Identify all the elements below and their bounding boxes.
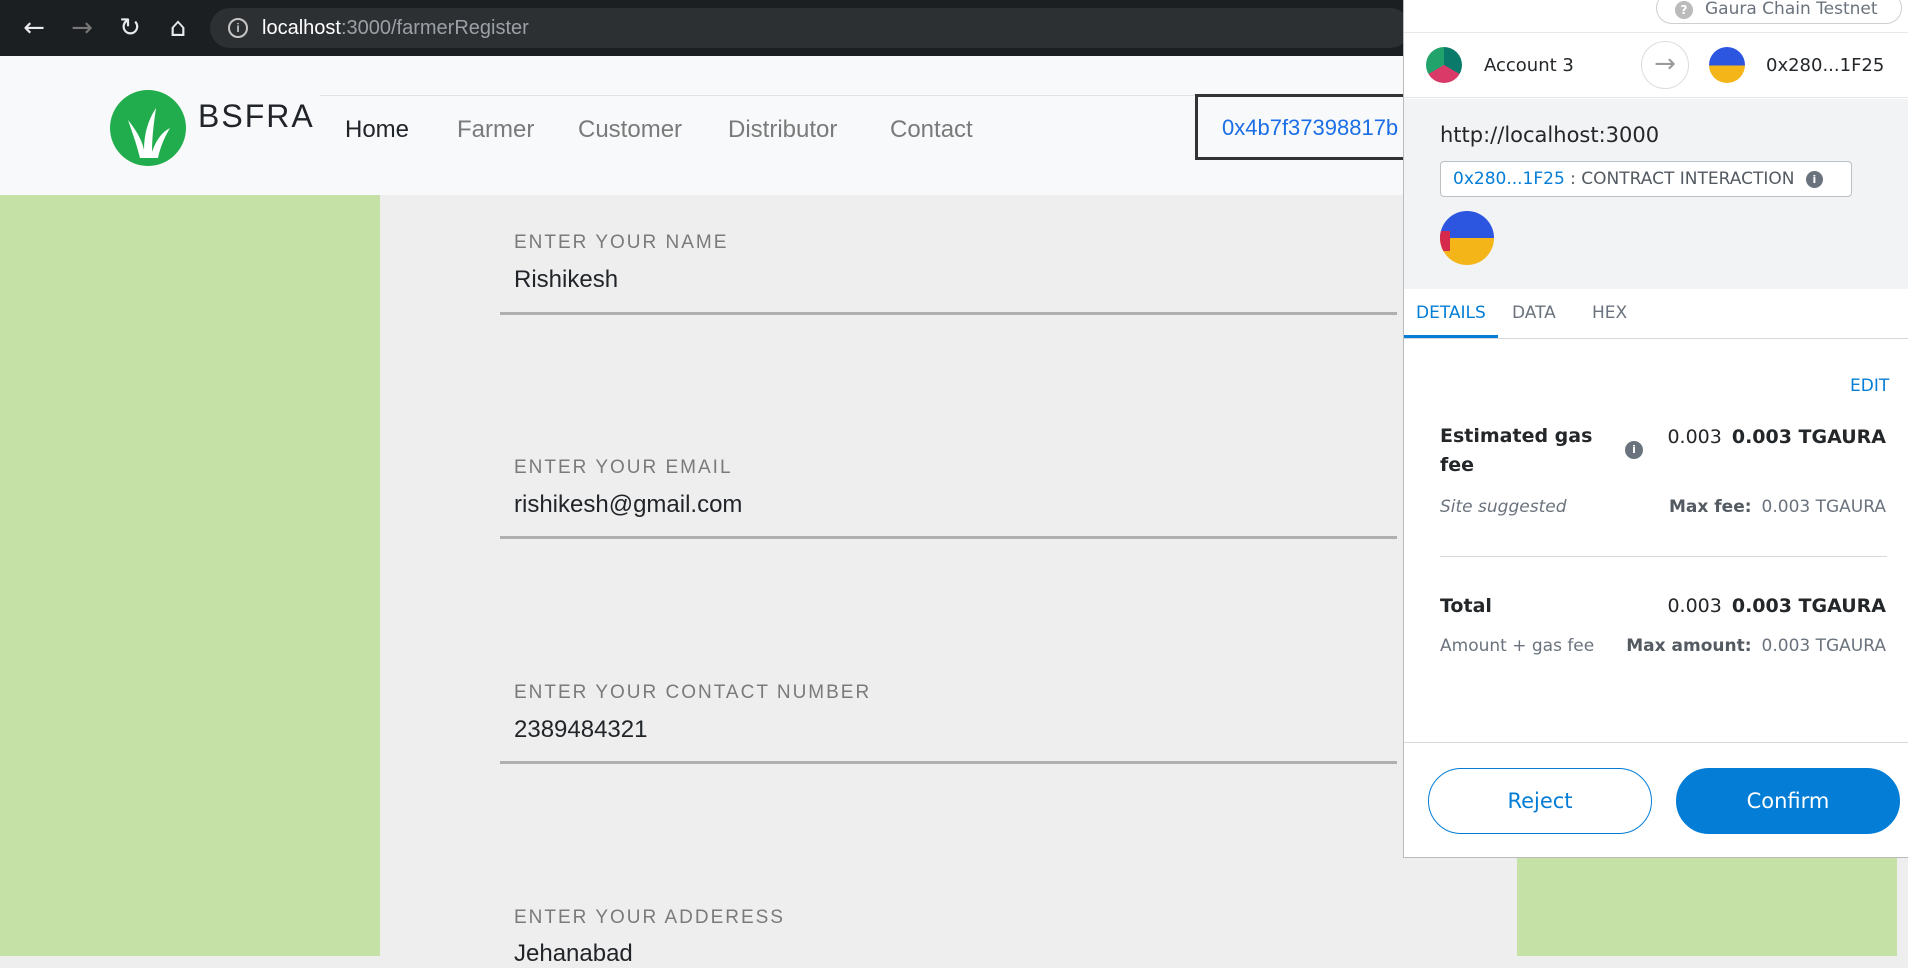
contract-address-link[interactable]: 0x280...1F25 [1453,169,1565,189]
total-primary: 0.003 TGAURA [1731,595,1886,617]
max-amount-value: 0.003 TGAURA [1761,636,1886,656]
origin-url: http://localhost:3000 [1440,123,1660,147]
nav-home[interactable]: Home [345,116,409,144]
home-icon[interactable]: ⌂ [154,0,202,56]
leaf-logo-icon[interactable] [110,90,186,166]
arrow-right-icon: → [1641,41,1689,89]
gas-fee-sub: Site suggested [1440,497,1567,517]
max-fee: Max fee: 0.003 TGAURA [1669,497,1886,517]
sender-recipient-row: Account 3 → 0x280...1F25 [1404,32,1908,98]
metamask-confirm-popup: ? Gaura Chain Testnet Account 3 → 0x280.… [1403,0,1908,858]
max-fee-value: 0.003 TGAURA [1761,497,1886,517]
name-underline [500,312,1397,315]
reject-button[interactable]: Reject [1428,768,1652,834]
nav-distributor[interactable]: Distributor [728,116,837,144]
gas-fee-primary: 0.003 TGAURA [1731,426,1886,448]
total-heading: Total [1440,595,1492,617]
email-underline [500,536,1397,539]
network-selector[interactable]: ? Gaura Chain Testnet [1656,0,1902,24]
details-tabs: DETAILS DATA HEX [1404,289,1908,339]
tab-data[interactable]: DATA [1512,303,1556,323]
email-input[interactable]: rishikesh@gmail.com [514,491,742,519]
total-value: 0.003 0.003 TGAURA [1667,595,1886,617]
site-info-icon[interactable]: i [228,18,248,38]
right-decor-panel [1517,858,1897,956]
gas-fee-heading: Estimated gas fee [1440,425,1593,476]
name-input[interactable]: Rishikesh [514,266,618,294]
reload-icon[interactable]: ↻ [106,0,154,56]
contract-interaction-pill: 0x280...1F25 : CONTRACT INTERACTION i [1440,161,1852,197]
address-bar[interactable]: i localhost:3000/farmerRegister [210,8,1410,48]
contact-underline [500,761,1397,764]
url-path: :3000/farmerRegister [340,16,529,39]
info-icon[interactable]: i [1805,171,1823,188]
max-amount-label: Max amount: [1626,636,1752,656]
active-tab-indicator [1404,335,1498,338]
address-label: ENTER YOUR ADDERESS [514,907,785,928]
from-account-name[interactable]: Account 3 [1484,55,1574,76]
nav-contact[interactable]: Contact [890,116,973,144]
name-label: ENTER YOUR NAME [514,232,729,253]
gas-info-icon[interactable]: i [1625,441,1643,459]
back-arrow-icon[interactable]: ← [10,0,58,56]
confirm-button[interactable]: Confirm [1676,768,1900,834]
to-address[interactable]: 0x280...1F25 [1766,55,1884,76]
max-fee-label: Max fee: [1669,497,1752,517]
forward-arrow-icon[interactable]: → [58,0,106,56]
section-divider [1440,556,1887,557]
network-name: Gaura Chain Testnet [1705,0,1878,19]
brand-name: BSFRA [198,98,315,134]
to-account-avatar [1709,47,1745,83]
total-sub: Amount + gas fee [1440,636,1595,656]
contact-label: ENTER YOUR CONTACT NUMBER [514,682,872,703]
max-amount: Max amount: 0.003 TGAURA [1626,636,1886,656]
email-label: ENTER YOUR EMAIL [514,457,733,478]
contract-avatar [1440,211,1494,265]
tab-hex[interactable]: HEX [1592,303,1627,323]
from-account-avatar [1426,47,1462,83]
total-secondary: 0.003 [1667,595,1722,617]
gas-fee-secondary: 0.003 [1667,426,1722,448]
url-host: localhost [262,16,341,39]
nav-farmer[interactable]: Farmer [457,116,534,144]
network-question-icon: ? [1675,1,1693,19]
transaction-origin: http://localhost:3000 0x280...1F25 : CON… [1404,99,1908,289]
contact-input[interactable]: 2389484321 [514,716,647,744]
contract-interaction-label: : CONTRACT INTERACTION [1570,169,1795,189]
tab-details[interactable]: DETAILS [1416,303,1486,323]
nav-customer[interactable]: Customer [578,116,682,144]
left-decor-panel [0,195,380,956]
gas-fee-value: 0.003 0.003 TGAURA [1667,426,1886,448]
edit-gas-link[interactable]: EDIT [1850,376,1889,396]
address-input[interactable]: Jehanabad [514,940,633,968]
popup-footer: Reject Confirm [1404,742,1908,858]
